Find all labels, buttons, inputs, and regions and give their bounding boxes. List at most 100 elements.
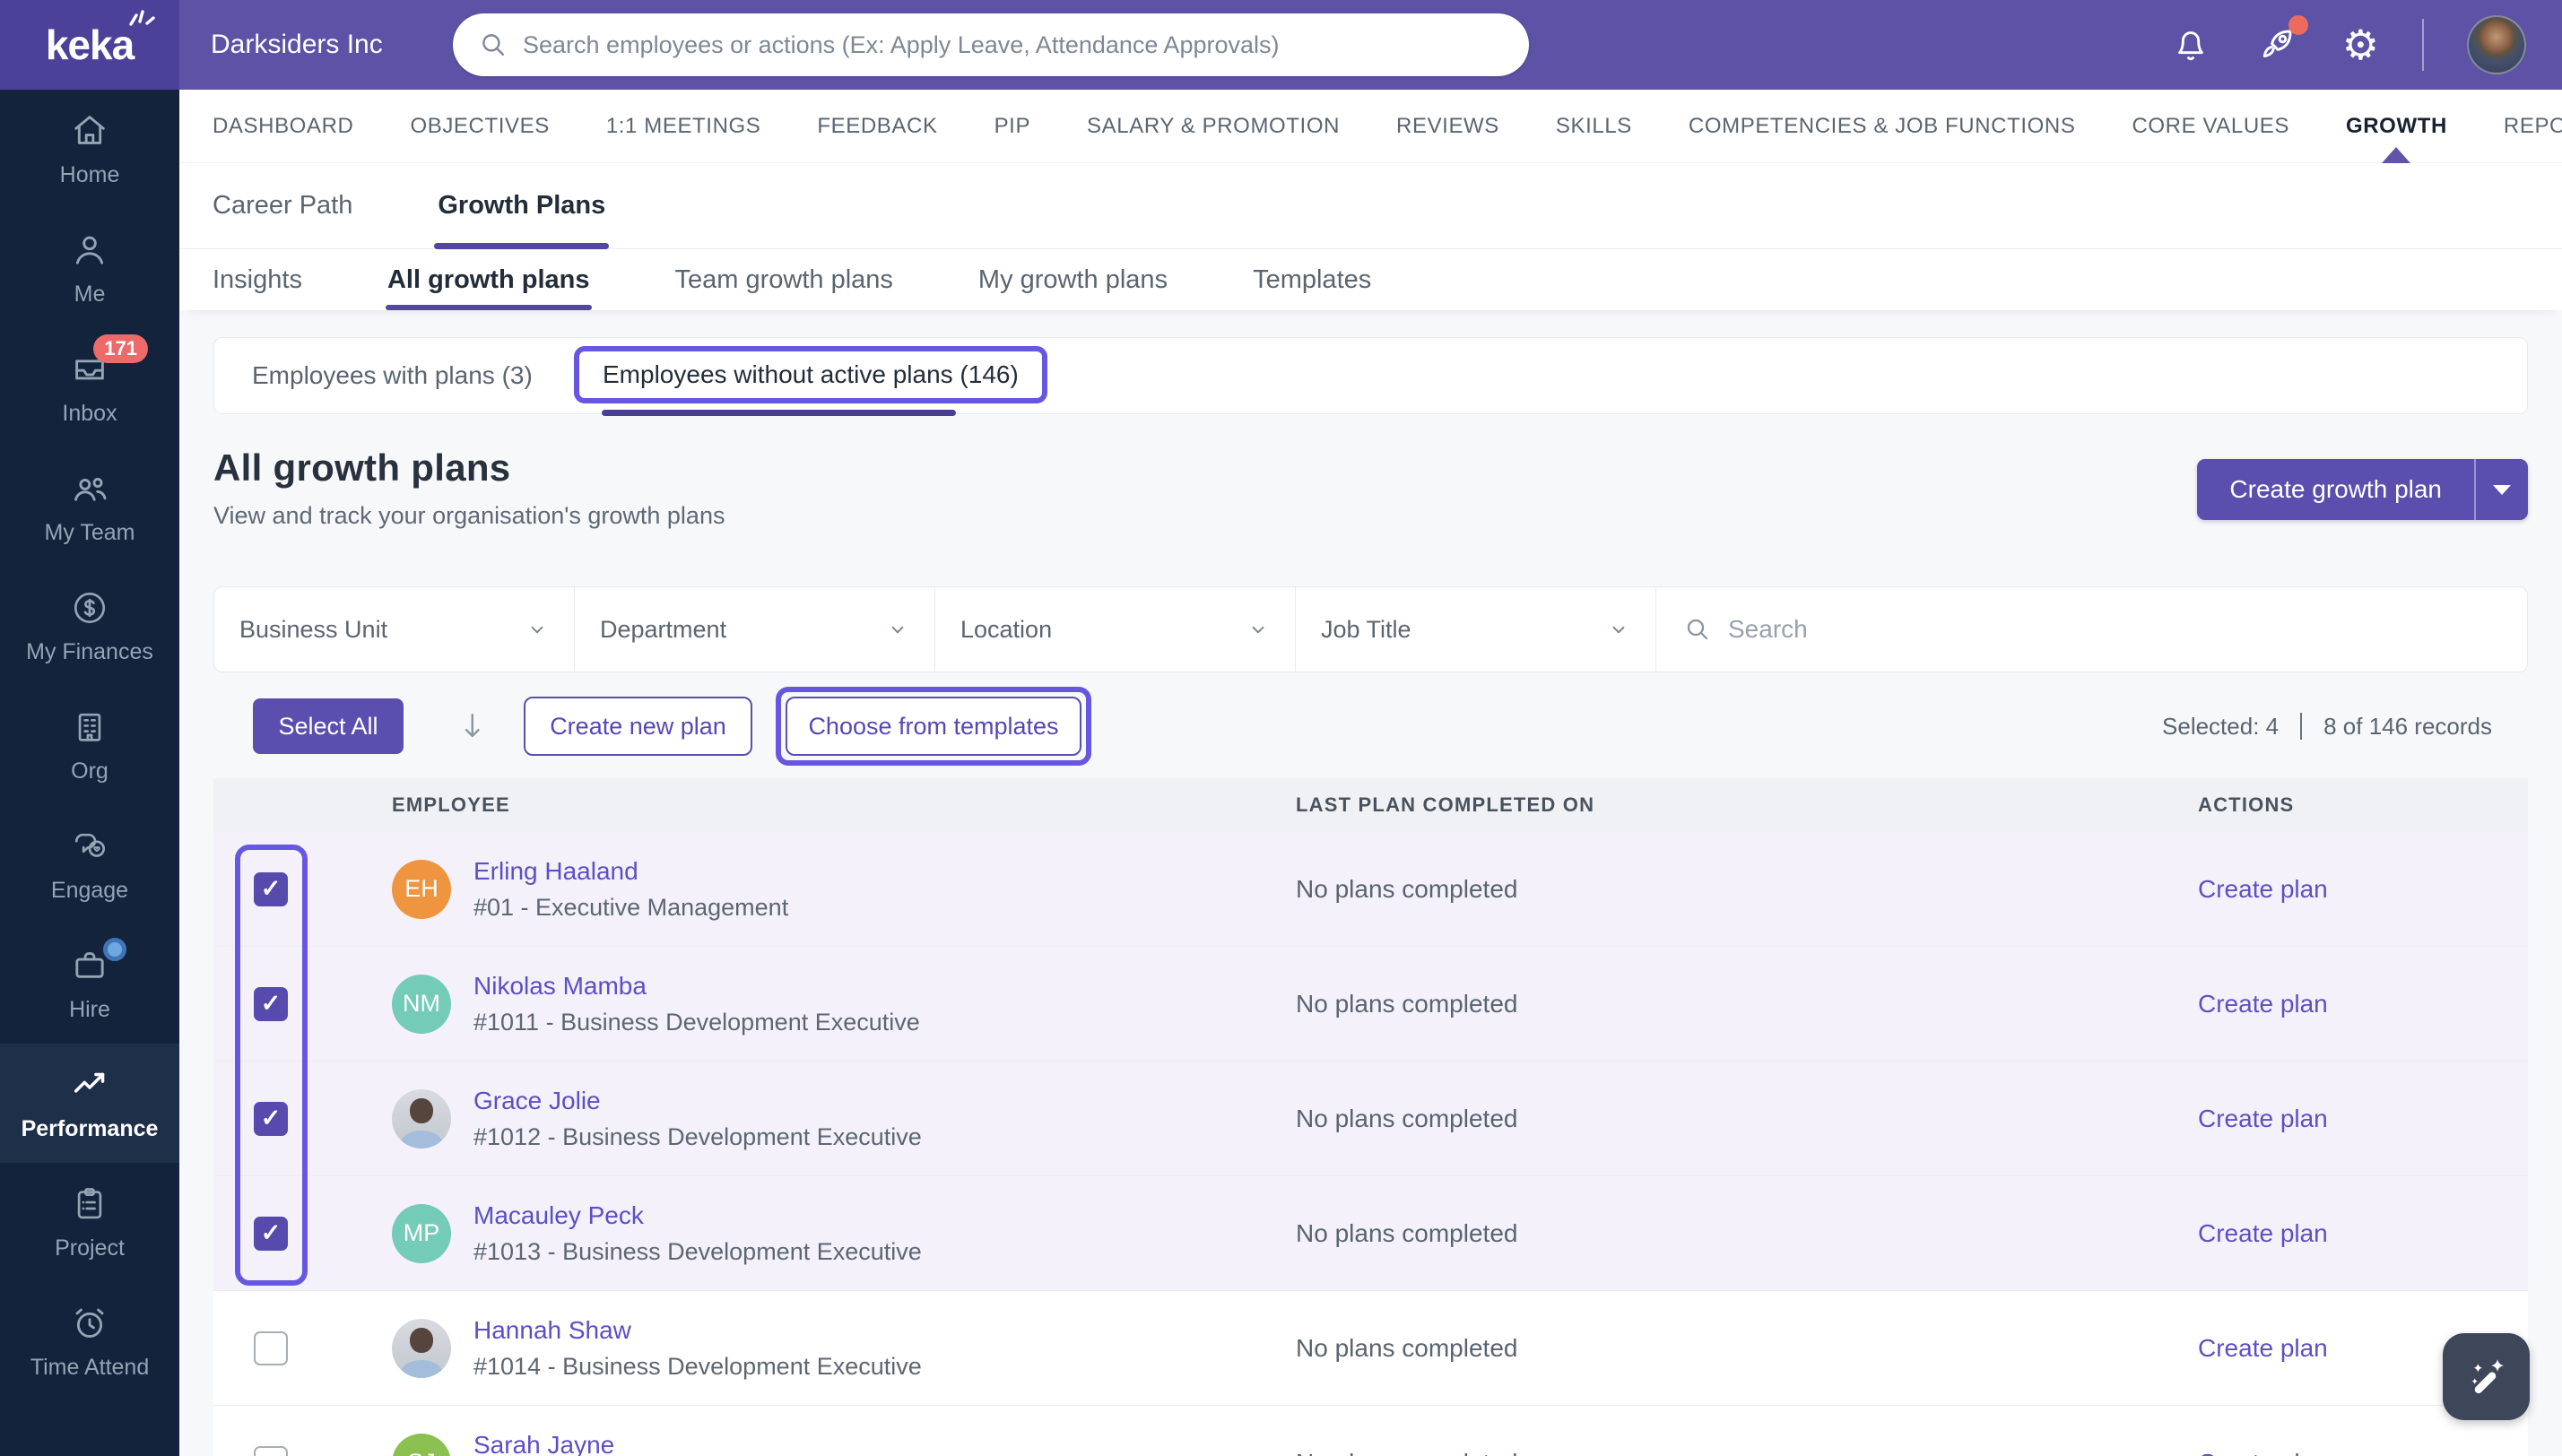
page-title: All growth plans [213, 446, 511, 489]
selected-count: Selected: 4 [2162, 712, 2280, 740]
row-checkbox[interactable] [254, 986, 288, 1021]
filter-job-title[interactable]: Job Title [1296, 587, 1656, 672]
tab-feedback[interactable]: FEEDBACK [817, 90, 937, 162]
main-content: Employees with plans (3) Employees witho… [179, 310, 2562, 1456]
table-search-input[interactable] [1728, 615, 2500, 644]
briefcase-icon [69, 938, 126, 986]
annotation-choose-from-templates: Choose from templates [776, 687, 1091, 766]
sidebar-item-engage[interactable]: Engage [0, 805, 179, 924]
employee-name-link[interactable]: Hannah Shaw [473, 1316, 922, 1345]
toggle-employees-without-plans[interactable]: Employees without active plans (146) [603, 360, 1019, 389]
tab-pip[interactable]: PIP [994, 90, 1030, 162]
column-actions: ACTIONS [2198, 793, 2295, 816]
table-row: EH Erling Haaland #01 - Executive Manage… [213, 832, 2528, 947]
column-employee: EMPLOYEE [392, 793, 510, 816]
tab-objectives[interactable]: OBJECTIVES [410, 90, 549, 162]
sidebar-item-home[interactable]: Home [0, 90, 179, 209]
subtab-growth-plans[interactable]: Growth Plans [434, 163, 610, 249]
sidebar-item-inbox[interactable]: 171 Inbox [0, 328, 179, 447]
user-avatar[interactable] [2467, 15, 2526, 74]
table-search [1656, 587, 2527, 672]
create-growth-plan-button[interactable]: Create growth plan [2197, 459, 2476, 520]
tab-salary-promotion[interactable]: SALARY & PROMOTION [1087, 90, 1340, 162]
employee-name-link[interactable]: Sarah Jayne [473, 1431, 922, 1456]
tab-1-1-meetings[interactable]: 1:1 MEETINGS [606, 90, 761, 162]
create-growth-plan-dropdown[interactable] [2476, 459, 2528, 520]
row-checkbox[interactable] [254, 871, 288, 906]
topbar-divider [2422, 19, 2424, 71]
tab-core-values[interactable]: CORE VALUES [2132, 90, 2289, 162]
topbar-actions: ⚙ [2170, 0, 2526, 90]
employee-name-link[interactable]: Nikolas Mamba [473, 972, 920, 1001]
tab-my-growth-plans[interactable]: My growth plans [978, 249, 1168, 310]
filter-label: Business Unit [239, 615, 388, 643]
tab-reviews[interactable]: REVIEWS [1396, 90, 1499, 162]
notifications-button[interactable] [2170, 24, 2211, 65]
sidebar-item-time-attend[interactable]: Time Attend [0, 1282, 179, 1401]
sidebar-item-label: Org [71, 758, 109, 784]
tab-templates[interactable]: Templates [1253, 249, 1371, 310]
select-all-button[interactable]: Select All [253, 698, 404, 754]
sidebar-item-project[interactable]: Project [0, 1163, 179, 1282]
tab-all-growth-plans[interactable]: All growth plans [385, 249, 592, 310]
inbox-badge: 171 [93, 334, 148, 363]
choose-from-templates-button[interactable]: Choose from templates [786, 697, 1081, 756]
create-plan-link[interactable]: Create plan [2198, 1334, 2328, 1363]
create-plan-link[interactable]: Create plan [2198, 1105, 2328, 1133]
subtab-career-path[interactable]: Career Path [213, 163, 352, 248]
column-last-plan: LAST PLAN COMPLETED ON [1296, 793, 1595, 816]
sidebar-item-org[interactable]: Org [0, 686, 179, 805]
avatar-photo [392, 1088, 451, 1148]
global-search[interactable] [453, 13, 1529, 76]
row-checkbox[interactable] [254, 1445, 288, 1456]
create-growth-plan-split-button: Create growth plan [2197, 459, 2528, 520]
sidebar-item-performance[interactable]: Performance [0, 1044, 179, 1163]
bulk-action-row: Select All Create new plan Choose from t… [213, 687, 2528, 766]
search-icon [482, 34, 504, 56]
tab-competencies-job-functions[interactable]: COMPETENCIES & JOB FUNCTIONS [1689, 90, 2076, 162]
row-checkbox[interactable] [254, 1216, 288, 1251]
tab-team-growth-plans[interactable]: Team growth plans [675, 249, 893, 310]
filter-department[interactable]: Department [575, 587, 935, 672]
employee-name-link[interactable]: Macauley Peck [473, 1201, 922, 1230]
sidebar-item-me[interactable]: Me [0, 209, 179, 328]
create-plan-link[interactable]: Create plan [2198, 1219, 2328, 1248]
create-new-plan-button[interactable]: Create new plan [524, 697, 752, 756]
filter-label: Department [600, 615, 727, 643]
last-plan-status: No plans completed [1296, 874, 1518, 903]
create-plan-link[interactable]: Create plan [2198, 875, 2328, 904]
chat-bubbles-icon [69, 826, 110, 867]
create-plan-link[interactable]: Create plan [2198, 1449, 2328, 1456]
growth-plans-table: EMPLOYEE LAST PLAN COMPLETED ON ACTIONS … [213, 778, 2528, 1456]
create-plan-link[interactable]: Create plan [2198, 990, 2328, 1018]
tab-reports[interactable]: REPORTS [2504, 90, 2562, 162]
employee-name-link[interactable]: Grace Jolie [473, 1087, 922, 1115]
tab-skills[interactable]: SKILLS [1556, 90, 1632, 162]
tab-dashboard[interactable]: DASHBOARD [213, 90, 353, 162]
keka-logo[interactable]: keka [0, 0, 179, 90]
filter-business-unit[interactable]: Business Unit [214, 587, 575, 672]
whats-new-button[interactable] [2254, 15, 2308, 67]
tab-growth[interactable]: GROWTH [2346, 90, 2447, 162]
row-checkbox[interactable] [254, 1330, 288, 1365]
filter-location[interactable]: Location [935, 587, 1296, 672]
dollar-circle-icon [69, 587, 110, 628]
growth-plans-tabs: Insights All growth plans Team growth pl… [179, 249, 2562, 310]
tab-insights[interactable]: Insights [213, 249, 302, 310]
clipboard-icon [69, 1183, 110, 1225]
employee-name-link[interactable]: Erling Haaland [473, 857, 788, 886]
magic-assistant-button[interactable] [2443, 1333, 2530, 1420]
toggle-employees-with-plans[interactable]: Employees with plans (3) [252, 361, 533, 390]
sidebar-item-hire[interactable]: Hire [0, 924, 179, 1044]
sidebar-item-my-team[interactable]: My Team [0, 447, 179, 567]
table-row: MP Macauley Peck #1013 - Business Develo… [213, 1176, 2528, 1291]
settings-button[interactable]: ⚙ [2342, 24, 2379, 65]
hire-status-dot [103, 938, 126, 961]
sidebar-item-label: Hire [69, 997, 110, 1022]
sidebar-item-label: Home [59, 162, 120, 187]
global-search-input[interactable] [523, 30, 1504, 59]
sort-descending-icon[interactable] [456, 708, 488, 744]
last-plan-status: No plans completed [1296, 989, 1518, 1018]
sidebar-item-my-finances[interactable]: My Finances [0, 567, 179, 686]
row-checkbox[interactable] [254, 1101, 288, 1136]
